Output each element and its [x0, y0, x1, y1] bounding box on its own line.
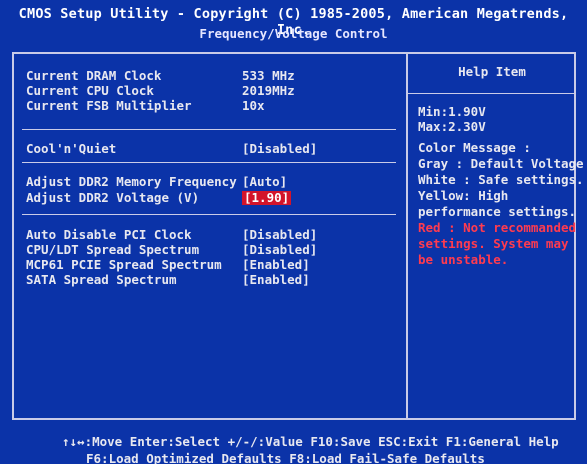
dram-clock-value: 533 MHz	[242, 68, 295, 83]
mcp61-spread-spectrum-value[interactable]: [Enabled]	[242, 258, 310, 272]
help-red-cont1: settings. System may	[418, 236, 569, 251]
sata-spread-spectrum-value[interactable]: [Enabled]	[242, 273, 310, 287]
ldt-spread-spectrum-label: CPU/LDT Spread Spectrum	[26, 242, 200, 257]
panel-divider	[406, 52, 408, 420]
title-bar: CMOS Setup Utility - Copyright (C) 1985-…	[0, 0, 587, 50]
ddr2-frequency-label: Adjust DDR2 Memory Frequency	[26, 174, 237, 189]
section-divider	[22, 214, 396, 215]
cpu-clock-label: Current CPU Clock	[26, 83, 154, 98]
sata-spread-spectrum-label: SATA Spread Spectrum	[26, 272, 177, 287]
fsb-multiplier-label: Current FSB Multiplier	[26, 98, 192, 113]
coolnquiet-label: Cool'n'Quiet	[26, 141, 117, 156]
help-min: Min:1.90V	[418, 104, 486, 119]
ddr2-frequency-value[interactable]: [Auto]	[242, 175, 287, 189]
pci-clock-value[interactable]: [Disabled]	[242, 228, 317, 242]
pci-clock-label: Auto Disable PCI Clock	[26, 227, 192, 242]
help-yellow: Yellow: High	[418, 188, 509, 203]
help-yellow-cont: performance settings.	[418, 204, 577, 219]
key-legend: ↑↓↔:Move Enter:Select +/-/:Value F10:Sav…	[0, 428, 587, 464]
help-title-divider	[408, 93, 576, 94]
help-max: Max:2.30V	[418, 119, 486, 134]
key-legend-line1: ↑↓↔:Move Enter:Select +/-/:Value F10:Sav…	[62, 434, 559, 449]
help-gray: Gray : Default Voltage	[418, 156, 584, 171]
ddr2-voltage-value-selected[interactable]: [1.90]	[242, 191, 292, 205]
ddr2-voltage-label: Adjust DDR2 Voltage (V)	[26, 190, 200, 205]
help-title: Help Item	[458, 64, 526, 79]
cpu-clock-value: 2019MHz	[242, 83, 295, 98]
help-color-message: Color Message :	[418, 140, 531, 155]
section-divider	[22, 162, 396, 163]
key-legend-line2: F6:Load Optimized Defaults F8:Load Fail-…	[86, 451, 485, 464]
mcp61-spread-spectrum-label: MCP61 PCIE Spread Spectrum	[26, 257, 222, 272]
help-white: White : Safe settings.	[418, 172, 584, 187]
help-red-cont2: be unstable.	[418, 252, 509, 267]
ldt-spread-spectrum-value[interactable]: [Disabled]	[242, 243, 317, 257]
coolnquiet-value[interactable]: [Disabled]	[242, 142, 317, 156]
bios-screen: CMOS Setup Utility - Copyright (C) 1985-…	[0, 0, 587, 464]
help-red: Red : Not recommanded	[418, 220, 577, 235]
fsb-multiplier-value: 10x	[242, 98, 265, 113]
dram-clock-label: Current DRAM Clock	[26, 68, 162, 83]
section-divider	[22, 129, 396, 130]
page-title: Frequency/Voltage Control	[199, 26, 388, 41]
